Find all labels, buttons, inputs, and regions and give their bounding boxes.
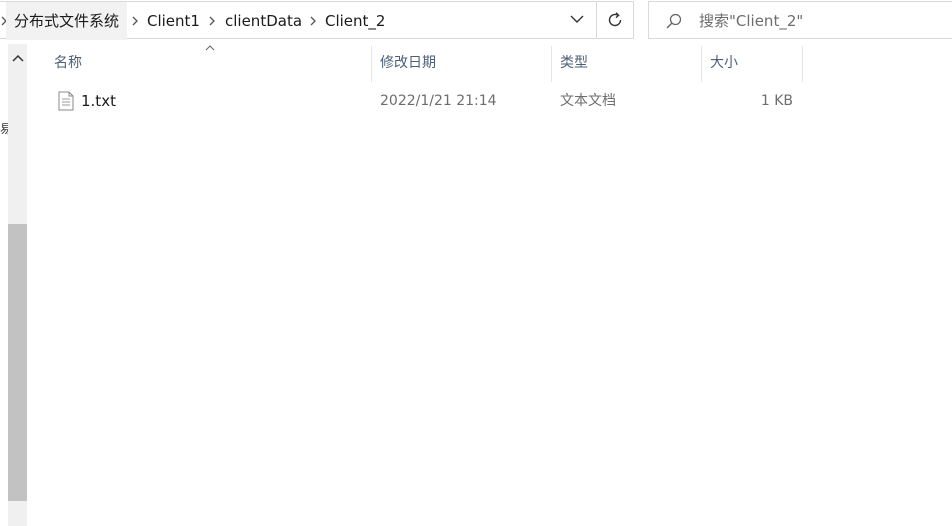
refresh-button[interactable] [596,1,634,39]
search-input[interactable]: 搜索"Client_2" [699,2,803,40]
refresh-icon [608,12,622,27]
breadcrumb-item-root[interactable]: 分布式文件系统 [6,2,128,40]
column-divider[interactable] [371,46,372,82]
sort-ascending-icon [205,45,215,51]
scroll-thumb[interactable] [8,224,27,501]
address-bar: 分布式文件系统 Client1 clientData Client_2 搜索"C… [0,0,952,42]
file-row[interactable]: 1.txt 2022/1/21 21:14 文本文档 1 KB [44,84,804,118]
file-modified: 2022/1/21 21:14 [380,93,497,109]
address-dropdown-button[interactable] [560,1,594,37]
column-type[interactable]: 类型 [560,44,588,84]
column-size[interactable]: 大小 [710,44,738,84]
search-icon [666,13,682,29]
chevron-right-icon[interactable] [208,2,216,40]
breadcrumb-item-clientdata[interactable]: clientData [225,2,302,40]
text-file-icon [58,91,74,111]
column-name[interactable]: 名称 [54,44,82,84]
chevron-right-icon[interactable] [131,2,139,40]
column-divider[interactable] [701,46,702,82]
breadcrumb-item-client2[interactable]: Client_2 [325,2,385,40]
file-size: 1 KB [760,93,793,109]
column-modified[interactable]: 修改日期 [380,44,436,84]
file-type: 文本文档 [560,93,616,109]
file-name[interactable]: 1.txt [81,84,116,118]
nav-scrollbar[interactable] [8,44,27,526]
nav-pane-edge: 易 [0,122,8,136]
column-divider[interactable] [551,46,552,82]
search-box[interactable]: 搜索"Client_2" [648,1,952,39]
column-divider[interactable] [802,46,803,82]
breadcrumb-item-client1[interactable]: Client1 [147,2,200,40]
breadcrumb[interactable]: 分布式文件系统 Client1 clientData Client_2 [0,1,634,40]
scroll-up-button[interactable] [8,44,27,72]
column-header: 名称 修改日期 类型 大小 [44,44,804,84]
chevron-right-icon[interactable] [309,2,317,40]
chevron-down-icon [570,15,584,23]
chevron-up-icon [11,54,24,62]
